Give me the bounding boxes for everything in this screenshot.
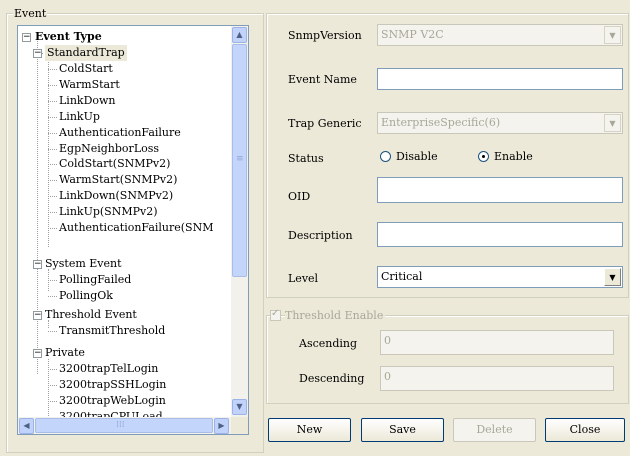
tree-branch (48, 196, 57, 198)
tree-branch (48, 400, 57, 402)
tree-node-leaf[interactable]: 3200trapTelLogin (59, 361, 158, 377)
tree-node-leaf[interactable]: PollingOk (59, 288, 113, 304)
tree-guide-line (48, 58, 49, 247)
level-select[interactable]: Critical ▼ (377, 266, 623, 288)
status-enable-label[interactable]: Enable (494, 150, 533, 163)
radio-selected-dot (482, 155, 485, 158)
chevron-down-icon[interactable]: ▼ (604, 26, 621, 44)
tree-collapse-icon[interactable]: − (33, 311, 42, 320)
tree-node-leaf[interactable]: LinkDown (59, 93, 116, 109)
status-enable-radio[interactable] (478, 151, 489, 162)
scroll-hgrip-icon: ⁞⁞⁞ (116, 420, 125, 430)
tree-branch (48, 116, 57, 118)
status-disable-radio[interactable] (380, 151, 391, 162)
tree-node-leaf[interactable]: ColdStart (59, 61, 113, 77)
tree-hscroll-thumb[interactable]: ⁞⁞⁞ (35, 418, 213, 433)
tree-branch (48, 132, 57, 134)
tree-node-standardtrap[interactable]: StandardTrap (45, 45, 127, 61)
scroll-grip-icon: ≡ (236, 154, 244, 164)
scroll-up-icon[interactable]: ▲ (232, 27, 247, 43)
tree-node-leaf[interactable]: 3200trapSSHLogin (59, 377, 166, 393)
tree-node-leaf[interactable]: AuthenticationFailure (59, 125, 181, 141)
descending-label: Descending (299, 372, 365, 385)
scroll-right-icon[interactable]: ▶ (214, 418, 229, 434)
tree-collapse-icon[interactable]: − (33, 260, 42, 269)
threshold-enable-label[interactable]: Threshold Enable (285, 309, 386, 322)
new-button[interactable]: New (268, 418, 351, 442)
ascending-input[interactable]: 0 (380, 330, 614, 355)
tree-node-leaf[interactable]: LinkUp (59, 109, 100, 125)
tree-node-leaf[interactable]: TransmitThreshold (59, 323, 165, 339)
chevron-down-icon[interactable]: ▼ (604, 268, 621, 286)
threshold-enable-checkbox[interactable]: ✓ (270, 308, 281, 321)
description-input[interactable] (377, 222, 623, 247)
tree-collapse-icon[interactable]: − (33, 49, 42, 58)
description-label: Description (288, 229, 353, 242)
chevron-down-icon[interactable]: ▼ (604, 114, 621, 132)
trap-generic-label: Trap Generic (288, 117, 362, 130)
tree-branch (48, 164, 57, 166)
tree-branch (48, 384, 57, 386)
tree-node-private[interactable]: Private (45, 345, 85, 361)
tree-branch (48, 280, 57, 281)
tree-branch (48, 369, 57, 370)
close-button[interactable]: Close (545, 418, 625, 442)
scroll-corner (231, 417, 248, 434)
event-tree[interactable]: − Event Type − StandardTrap ColdStart War… (17, 25, 249, 435)
tree-node-system-event[interactable]: System Event (45, 256, 122, 272)
tree-branch (48, 180, 57, 182)
status-disable-label[interactable]: Disable (396, 150, 438, 163)
scroll-down-icon[interactable]: ▼ (232, 399, 247, 415)
tree-node-leaf[interactable]: LinkDown(SNMPv2) (59, 188, 173, 204)
tree-branch (48, 228, 57, 229)
tree-node-root[interactable]: Event Type (35, 29, 102, 45)
tree-branch (48, 212, 57, 214)
delete-button[interactable]: Delete (453, 418, 536, 442)
tree-node-leaf[interactable]: ColdStart(SNMPv2) (59, 156, 170, 172)
event-name-input[interactable] (377, 68, 623, 90)
snmp-version-value: SNMP V2C (381, 28, 444, 41)
tree-guide-line (37, 36, 38, 374)
tree-vscroll-thumb[interactable]: ≡ (232, 44, 247, 277)
status-label: Status (288, 152, 324, 165)
tree-branch (48, 84, 57, 86)
level-value: Critical (381, 270, 423, 283)
tree-horizontal-scrollbar[interactable]: ◀ ⁞⁞⁞ ▶ (18, 417, 231, 434)
tree-node-leaf[interactable]: WarmStart(SNMPv2) (59, 172, 177, 188)
tree-branch (48, 69, 57, 70)
tree-node-leaf[interactable]: WarmStart (59, 77, 120, 93)
trap-generic-select[interactable]: EnterpriseSpecific(6) ▼ (377, 112, 623, 134)
scroll-left-icon[interactable]: ◀ (19, 418, 34, 434)
descending-input[interactable]: 0 (380, 366, 614, 391)
ascending-label: Ascending (299, 337, 358, 350)
event-group-title: Event (13, 7, 48, 20)
trap-generic-value: EnterpriseSpecific(6) (381, 116, 501, 129)
oid-label: OID (288, 190, 311, 203)
event-name-label: Event Name (288, 73, 357, 86)
tree-branch (48, 148, 57, 150)
tree-branch (48, 331, 57, 332)
tree-node-threshold-event[interactable]: Threshold Event (45, 307, 137, 323)
tree-branch (48, 100, 57, 102)
tree-node-leaf[interactable]: LinkUp(SNMPv2) (59, 204, 158, 220)
level-label: Level (288, 272, 319, 285)
tree-vertical-scrollbar[interactable]: ▲ ≡ ▼ (231, 26, 248, 417)
tree-node-leaf[interactable]: AuthenticationFailure(SNM (59, 220, 213, 236)
tree-collapse-icon[interactable]: − (33, 349, 42, 358)
tree-collapse-icon[interactable]: − (22, 33, 31, 42)
tree-node-leaf[interactable]: EgpNeighborLoss (59, 141, 159, 157)
oid-input[interactable] (377, 177, 623, 203)
save-button[interactable]: Save (361, 418, 444, 442)
snmp-version-select[interactable]: SNMP V2C ▼ (377, 24, 623, 46)
tree-node-leaf[interactable]: PollingFailed (59, 272, 131, 288)
tree-branch (48, 295, 57, 297)
checkmark-icon: ✓ (271, 308, 280, 319)
snmp-version-label: SnmpVersion (288, 29, 362, 42)
tree-node-leaf[interactable]: 3200trapWebLogin (59, 393, 166, 409)
